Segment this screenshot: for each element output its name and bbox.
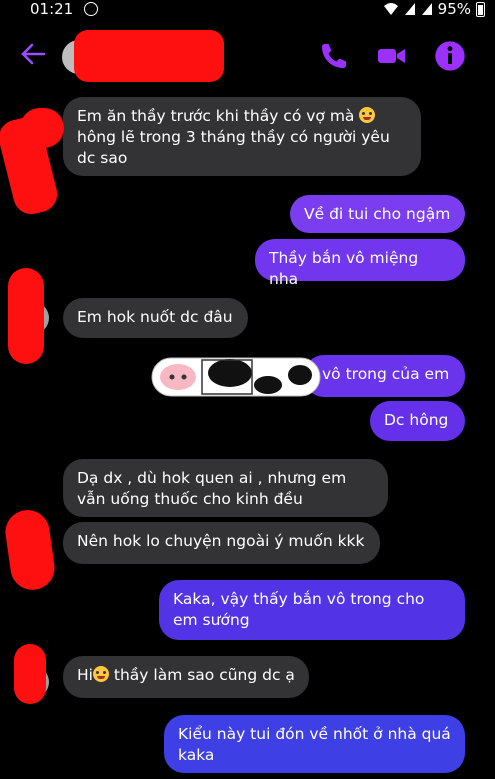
signal-icon-2: [421, 3, 432, 15]
messenger-notification-icon: [84, 2, 98, 16]
message-incoming[interactable]: Nên hok lo chuyện ngoài ý muốn kkk: [63, 522, 380, 564]
signal-icon: [404, 3, 415, 15]
message-incoming[interactable]: Em ăn thầy trước khi thầy có vợ mà hông …: [63, 97, 421, 176]
message-outgoing[interactable]: vô trong của em: [304, 355, 465, 397]
cow-sticker-icon: [151, 357, 321, 397]
redaction-mark: [8, 268, 44, 364]
battery-icon: [476, 1, 485, 17]
message-incoming[interactable]: Em hok nuốt dc đâu: [63, 298, 248, 338]
redaction-mark: [2, 507, 58, 593]
message-outgoing[interactable]: Về đi tui cho ngậm: [290, 195, 465, 233]
battery-percent: 95%: [437, 0, 471, 18]
status-bar: 01:21 95%: [0, 0, 495, 20]
clock: 01:21: [30, 0, 74, 18]
message-outgoing[interactable]: Kaka, vậy thấy bắn vô trong cho em sướng: [159, 580, 465, 640]
message-outgoing[interactable]: Dc hông: [370, 401, 465, 441]
message-incoming[interactable]: Dạ dx , dù hok quen ai , nhưng em vẫn uố…: [63, 459, 388, 517]
message-incoming[interactable]: Hi thầy làm sao cũng dc ạ: [63, 656, 309, 698]
message-outgoing[interactable]: Thầy bắn vô miệng nha: [255, 239, 465, 288]
wifi-icon: [383, 3, 398, 15]
chat-header: [0, 20, 495, 90]
grinning-squint-emoji-icon: [92, 666, 109, 682]
info-icon[interactable]: [434, 40, 466, 72]
video-icon[interactable]: [376, 40, 408, 72]
back-arrow-icon[interactable]: [20, 42, 46, 69]
redaction-mark: [14, 644, 46, 704]
redaction-mark: [74, 30, 224, 82]
phone-icon[interactable]: [318, 40, 350, 72]
redaction-mark: [20, 108, 64, 148]
laughing-emoji-icon: [359, 107, 376, 123]
message-outgoing[interactable]: Kiểu này tui đón về nhốt ở nhà quá kaka: [164, 715, 465, 773]
